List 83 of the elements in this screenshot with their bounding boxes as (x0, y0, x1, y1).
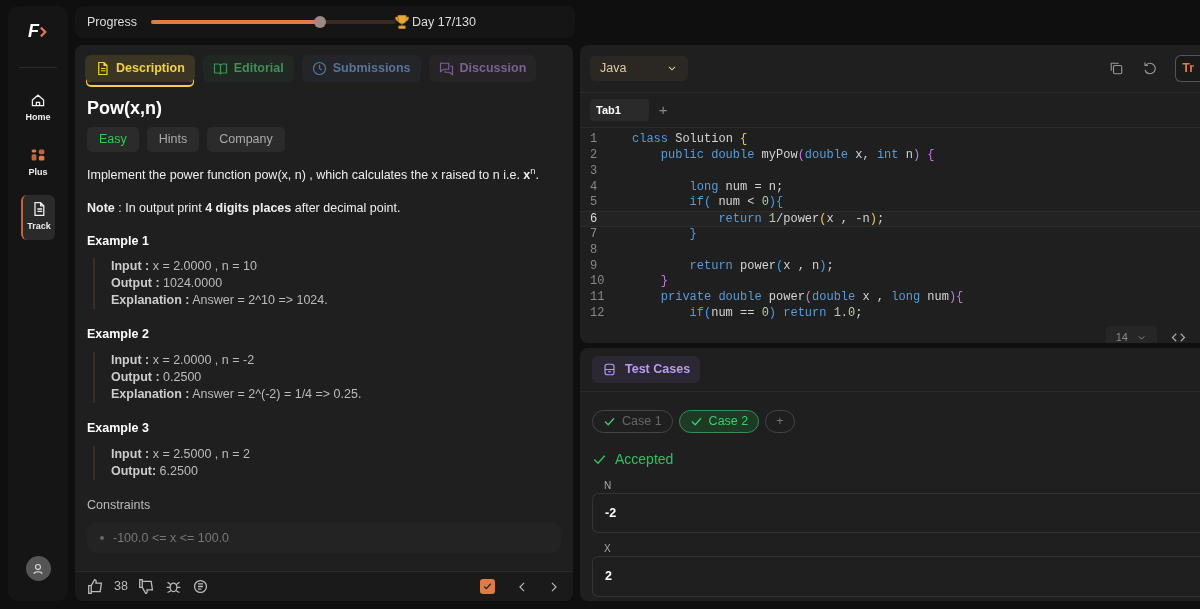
bullet-icon (99, 534, 105, 541)
thumbs-up-icon (87, 578, 104, 595)
tab[interactable]: Editorial (202, 55, 294, 82)
book-icon (212, 60, 228, 76)
nav-item[interactable]: Home (21, 86, 55, 131)
field-label: N (603, 478, 613, 493)
line-number: 2 (589, 148, 599, 164)
input-field[interactable]: 2 (592, 556, 1200, 597)
problem-title: Pow(x,n) (87, 97, 163, 120)
clock-icon (311, 60, 327, 76)
reset-icon (1142, 61, 1158, 77)
like-count: 38 (114, 578, 128, 596)
nav-item[interactable]: Plus (21, 140, 55, 185)
clipboard-icon (602, 361, 617, 377)
line-number: 1 (589, 132, 599, 149)
code-line[interactable]: long num = n; (624, 179, 784, 196)
copy-icon (1109, 61, 1125, 77)
code-line[interactable]: private double power(double x , long num){ (624, 290, 964, 306)
example-line: Input : x = 2.0000 , n = -2 (111, 352, 256, 370)
progress-thumb[interactable] (314, 16, 327, 28)
progress-label: Progress (87, 13, 138, 31)
example-line: Explanation : Answer = 2^10 => 1024. (111, 292, 329, 310)
day-counter: Day 17/130 (412, 13, 476, 31)
result-status: Accepted (615, 449, 674, 469)
line-number: 3 (589, 163, 599, 180)
trophy-icon (394, 14, 411, 30)
font-size-dropdown[interactable]: 14 (1105, 325, 1157, 343)
line-number: 7 (589, 227, 599, 243)
document-icon (31, 201, 47, 217)
code-line[interactable]: } (624, 274, 668, 291)
example-title: Example 1 (87, 232, 150, 250)
example-line: Output : 0.2500 (111, 369, 203, 387)
code-line[interactable]: class Solution { (624, 132, 748, 149)
tag-button[interactable]: Company (207, 127, 285, 153)
avatar-icon[interactable] (25, 556, 51, 581)
note-text: Note : In output print 4 digits places after decimal point. (87, 199, 402, 217)
tiles-icon (30, 146, 46, 163)
code-line[interactable]: public double myPow(double x, int n) { (624, 148, 935, 164)
field-label: X (603, 542, 612, 557)
note-icon (191, 578, 209, 595)
constraints-title: Constraints (87, 496, 152, 514)
example-line: Output : 1024.0000 (111, 275, 224, 293)
code-line[interactable]: } (624, 227, 697, 243)
test-cases-tab[interactable]: Test Cases (592, 356, 701, 383)
example-line: Output: 6.2500 (111, 462, 199, 480)
line-number: 12 (589, 306, 606, 322)
example-line: Input : x = 2.5000 , n = 2 (111, 445, 251, 463)
example-title: Example 3 (87, 420, 150, 438)
check-icon (482, 581, 493, 592)
chat-icon (438, 60, 454, 76)
tag-button[interactable]: Hints (146, 127, 200, 153)
constraint-text: -100.0 <= x <= 100.0 (113, 529, 230, 547)
logo-letter: F (28, 20, 39, 43)
language-dropdown[interactable]: Java (590, 56, 688, 81)
solved-checkbox[interactable] (480, 579, 495, 594)
document-icon (95, 60, 110, 76)
code-line[interactable]: if( num < 0){ (624, 195, 784, 212)
line-number: 9 (589, 258, 599, 275)
case-tab[interactable]: Case 2 (678, 409, 760, 433)
line-number: 8 (589, 242, 599, 259)
person-icon (31, 561, 45, 576)
run-button[interactable]: Tr (1175, 55, 1200, 82)
input-field[interactable]: -2 (592, 492, 1200, 534)
line-number: 4 (589, 179, 599, 196)
line-number: 6 (589, 212, 599, 227)
example-title: Example 2 (87, 326, 150, 344)
code-line[interactable]: return power(x , n); (624, 258, 834, 275)
nav-item[interactable]: Track (21, 195, 55, 240)
thumbs-down-icon (137, 578, 155, 595)
add-tab-button[interactable]: + (658, 98, 668, 122)
line-number: 10 (589, 274, 606, 291)
editor-tab[interactable]: Tab1 (590, 98, 649, 122)
difficulty-tag[interactable]: Easy (87, 127, 139, 153)
home-icon (30, 92, 46, 108)
logo[interactable]: F (28, 18, 48, 45)
example-line: Explanation : Answer = 2^(-2) = 1/4 => 0.25. (111, 386, 363, 404)
line-number: 11 (589, 290, 606, 306)
line-number: 5 (589, 195, 599, 212)
problem-statement: Implement the power function pow(x, n) , which calculates the x raised to n i.e. x$^{n}$. (87, 166, 540, 185)
code-line[interactable]: if(num == 0) return 1.0; (624, 306, 863, 322)
chevron-icon (39, 24, 48, 39)
example-line: Input : x = 2.0000 , n = 10 (111, 258, 258, 276)
code-line[interactable]: return 1/power(x , -n); (624, 212, 885, 227)
